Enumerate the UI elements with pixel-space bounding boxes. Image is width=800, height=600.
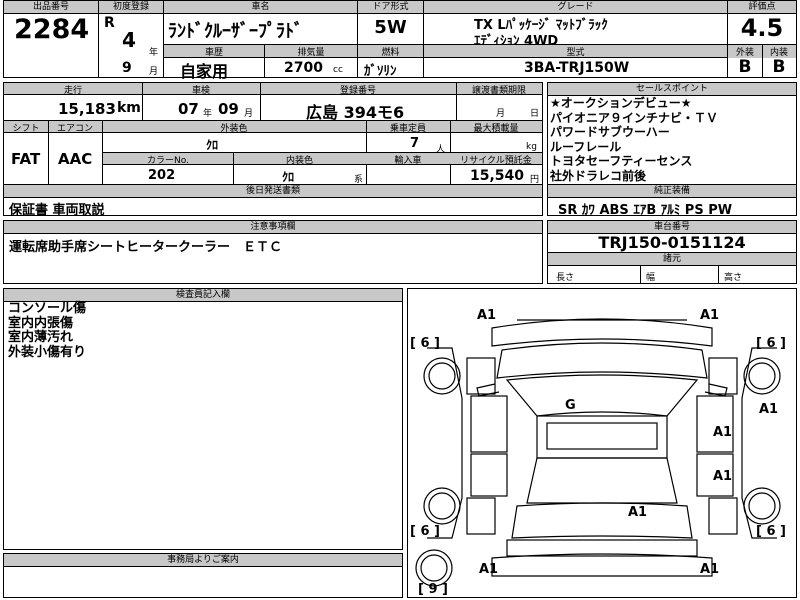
car-name: ﾗﾝﾄﾞｸﾙｰｻﾞｰﾌﾟﾗﾄﾞ — [168, 21, 303, 42]
docs-value: 保証書 車両取説 — [9, 203, 105, 218]
car-name-label: 車名 — [164, 1, 357, 14]
recycle-value: 15,540 — [470, 168, 525, 184]
ext-score: B — [738, 57, 752, 77]
equipment-item: PS — [684, 203, 704, 218]
reg-era: R — [104, 15, 115, 31]
capacity-label: 乗車定員 — [389, 124, 426, 134]
mark-right-side: A1 — [759, 402, 779, 417]
model-code: 3BA-TRJ150W — [524, 60, 630, 76]
mark-rear-left: A1 — [479, 562, 499, 577]
door-label: ドア形式 — [358, 1, 423, 14]
reg-month: 9 — [122, 60, 132, 76]
transfer-month-unit: 月 — [496, 109, 506, 119]
ac-label: エアコン — [56, 124, 93, 134]
mileage-unit: km — [117, 100, 141, 116]
equipment-item: ｱﾙﾐ — [660, 203, 681, 218]
mark-front-right: A1 — [700, 308, 720, 323]
shift-value: FAT — [11, 150, 41, 168]
insp-month-unit: 月 — [244, 109, 254, 119]
color-no-value: 202 — [148, 168, 176, 183]
fuel-type: ｶﾞｿﾘﾝ — [364, 64, 397, 79]
docs-label: 後日発送書類 — [4, 185, 542, 198]
tire-front-left: [ 6 ] — [410, 336, 440, 351]
tire-rear-right: [ 6 ] — [756, 524, 786, 539]
inspector-line: 室内内張傷 — [8, 315, 74, 331]
selling-point: ルーフレール — [550, 139, 622, 154]
mark-roof: G — [565, 398, 576, 413]
recycle-label: リサイクル預託金 — [460, 156, 532, 166]
mark-rear: A1 — [628, 505, 648, 520]
insp-month: 09 — [218, 100, 239, 118]
first-reg-label: 初度登録 — [99, 1, 163, 14]
grade-label: グレード — [424, 1, 727, 14]
inspector-line: 外装小傷有り — [8, 344, 87, 360]
displacement: 2700 — [284, 60, 323, 76]
int-color-label: 内装色 — [285, 156, 313, 166]
ext-color-value: ｸﾛ — [206, 138, 219, 152]
shift-label: シフト — [12, 124, 40, 134]
selling-point: トヨタセーフティーセンス — [550, 154, 693, 168]
equipment-item: ｴｱB — [633, 203, 657, 218]
equipment-item: PW — [708, 203, 733, 218]
inspector-notes: コンソール傷 室内内張傷 室内薄汚れ 外装小傷有り — [8, 301, 87, 360]
selling-point: パワードサブウーハー — [550, 125, 670, 139]
ac-value: AAC — [58, 150, 93, 168]
reg-year: 4 — [122, 28, 136, 52]
equipment-item: ABS — [599, 203, 629, 218]
inspection-label: 車検 — [191, 86, 210, 96]
int-score: B — [772, 57, 786, 77]
office-label: 事務局よりご案内 — [4, 554, 402, 567]
tire-front-right: [ 6 ] — [756, 336, 786, 351]
equipment-label: 純正装備 — [548, 185, 796, 198]
car-history: 自家用 — [180, 62, 229, 81]
import-label: 輸入車 — [394, 156, 422, 166]
inspector-line: 室内薄汚れ — [8, 330, 74, 345]
insp-year-unit: 年 — [203, 109, 213, 119]
mark-right-door2: A1 — [713, 469, 733, 484]
transfer-label: 譲渡書類期限 — [471, 86, 526, 96]
chassis-number: TRJ150-0151124 — [598, 233, 746, 252]
disp-unit: cc — [333, 65, 343, 75]
door-type: 5W — [374, 17, 407, 38]
equipment-item: SR — [558, 203, 578, 218]
length-label: 長さ — [556, 273, 575, 283]
mileage-value: 15,183 — [58, 100, 116, 118]
insp-year: 07 — [178, 100, 199, 118]
mileage-label: 走行 — [63, 86, 82, 96]
color-no-label: カラーNo. — [147, 156, 189, 166]
transfer-day-unit: 日 — [530, 109, 540, 119]
max-load-label: 最大積載量 — [473, 124, 519, 134]
selling-points-list: ★オークションデビュー★ パイオニア９インチナビ・ＴＶ パワードサブウーハー ル… — [550, 96, 718, 183]
score-value: 4.5 — [740, 14, 784, 42]
equipment-list: SR ｶﾜ ABS ｴｱB ｱﾙﾐ PS PW — [558, 199, 732, 218]
score-label: 評価点 — [728, 1, 796, 14]
lot-label: 出品番号 — [4, 1, 98, 14]
reg-no-label: 登録番号 — [339, 86, 376, 96]
notes-label: 注意事項欄 — [4, 221, 542, 234]
ext-color-label: 外装色 — [220, 124, 248, 134]
dims-label: 諸元 — [548, 253, 796, 266]
equipment-item: ｶﾜ — [581, 203, 595, 218]
int-color-value: ｸﾛ — [282, 170, 295, 184]
max-load-unit: kg — [526, 142, 537, 152]
lot-number: 2284 — [14, 14, 90, 45]
reg-month-unit: 月 — [149, 67, 159, 77]
height-label: 高さ — [724, 273, 743, 283]
mark-right-door1: A1 — [713, 425, 733, 440]
mark-rear-right: A1 — [700, 562, 720, 577]
selling-point: パイオニア９インチナビ・ＴＶ — [550, 110, 719, 125]
width-label: 幅 — [646, 273, 656, 283]
selling-points-label: セールスポイント — [548, 83, 796, 96]
inspector-line: コンソール傷 — [8, 301, 87, 316]
reg-year-unit: 年 — [149, 48, 159, 58]
car-diagram — [415, 318, 781, 587]
tire-rear-left: [ 6 ] — [410, 524, 440, 539]
notes-text: 運転席助手席シートヒータークーラー ＥＴＣ — [9, 240, 283, 255]
mark-front-left: A1 — [477, 308, 497, 323]
tire-spare: [ 9 ] — [418, 582, 448, 597]
selling-point: 社外ドラレコ前後 — [550, 168, 647, 183]
selling-point: ★オークションデビュー★ — [550, 96, 692, 110]
capacity-value: 7 — [410, 136, 420, 151]
